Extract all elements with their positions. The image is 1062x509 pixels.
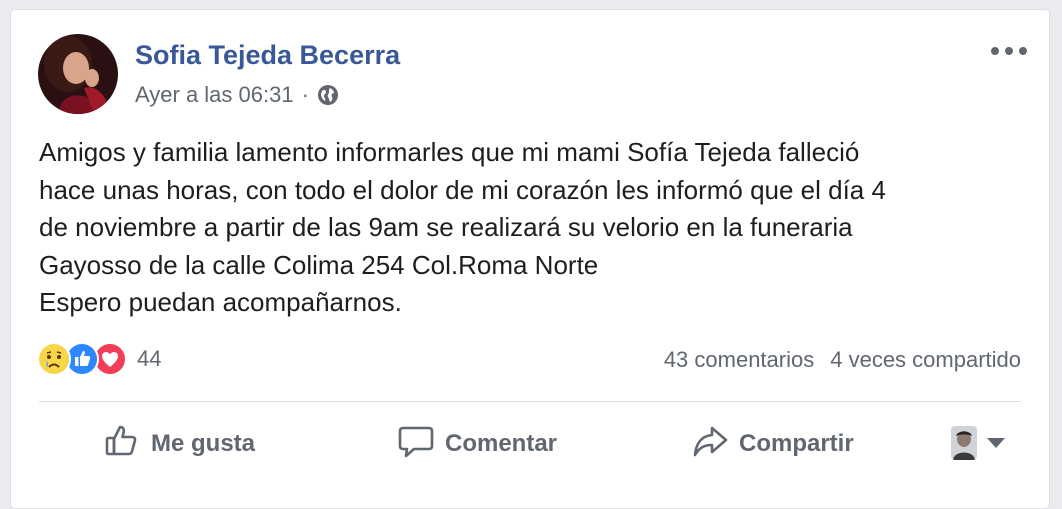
comment-bubble-icon — [397, 422, 435, 467]
comments-count-link[interactable]: 43 comentarios — [664, 347, 814, 373]
comment-button[interactable]: Comentar — [397, 422, 557, 466]
post-text-line: de noviembre a partir de las 9am se real… — [39, 212, 853, 242]
divider — [39, 401, 1021, 402]
post-as-selector[interactable] — [951, 426, 1005, 460]
reaction-count: 44 — [137, 346, 162, 371]
author-avatar[interactable] — [38, 34, 118, 114]
post-card: Sofia Tejeda Becerra Ayer a las 06:31 · … — [10, 9, 1050, 509]
engagement-counts: 43 comentarios 4 veces compartido — [664, 347, 1021, 373]
post-meta: Ayer a las 06:31 · — [135, 82, 339, 108]
chevron-down-icon — [987, 438, 1005, 448]
author-name[interactable]: Sofia Tejeda Becerra — [135, 40, 400, 71]
reactions-summary[interactable]: 44 — [37, 342, 161, 376]
comment-label: Comentar — [445, 430, 558, 457]
post-text-line: Espero puedan acompañarnos. — [39, 287, 402, 317]
post-text-line: Amigos y familia lamento informarles que… — [39, 137, 860, 167]
share-label: Compartir — [739, 430, 854, 457]
like-button[interactable]: Me gusta — [103, 422, 255, 466]
thumbs-up-icon — [103, 422, 141, 467]
meta-separator: · — [301, 82, 309, 107]
more-options-icon[interactable] — [991, 40, 1027, 62]
shares-count-link[interactable]: 4 veces compartido — [830, 347, 1021, 373]
post-text-line: hace unas horas, con todo el dolor de mi… — [39, 174, 886, 205]
post-body: Amigos y familia lamento informarles que… — [39, 134, 1029, 322]
sad-icon — [37, 342, 71, 376]
share-arrow-icon — [691, 422, 729, 467]
share-button[interactable]: Compartir — [691, 422, 854, 466]
post-text-line: Gayosso de la calle Colima 254 Col.Roma … — [39, 249, 599, 280]
globe-icon[interactable] — [317, 84, 339, 106]
user-avatar — [951, 426, 977, 460]
post-timestamp[interactable]: Ayer a las 06:31 — [135, 82, 294, 108]
like-label: Me gusta — [151, 430, 256, 457]
